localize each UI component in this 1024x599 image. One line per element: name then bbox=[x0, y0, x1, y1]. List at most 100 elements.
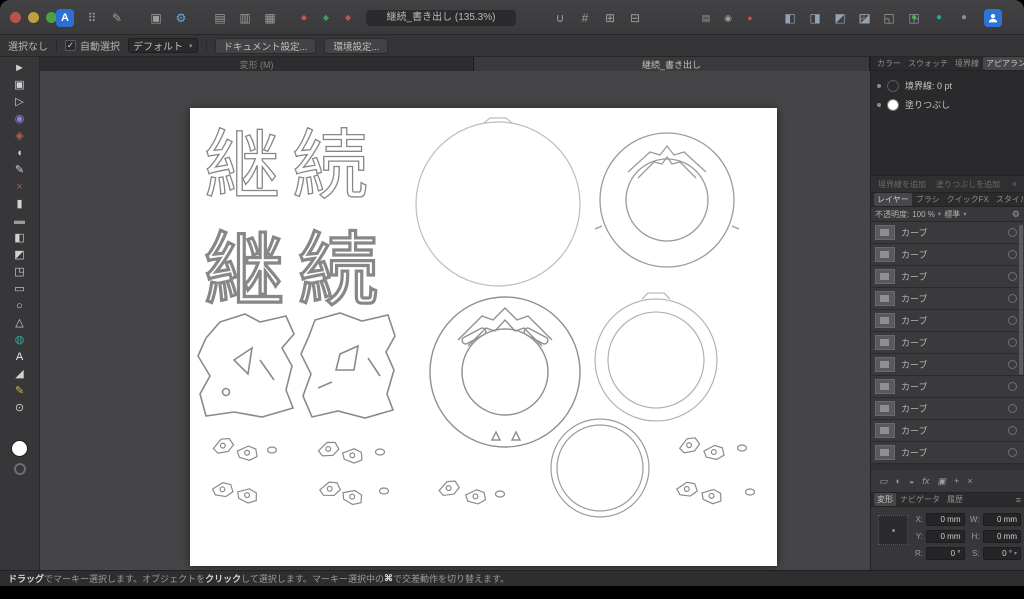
move-tool[interactable]: ► bbox=[7, 60, 33, 76]
color-sync-icon[interactable]: ● bbox=[906, 9, 922, 27]
layer-row[interactable]: カーブ bbox=[871, 222, 1024, 244]
notification-badge[interactable]: ● bbox=[742, 9, 758, 27]
layer-row[interactable]: カーブ bbox=[871, 376, 1024, 398]
pen-tool[interactable]: ✎ bbox=[7, 162, 33, 178]
tab-color[interactable]: カラー bbox=[874, 57, 904, 70]
point-eraser-tool[interactable]: × bbox=[7, 179, 33, 195]
ellipse-tool[interactable]: ○ bbox=[7, 298, 33, 314]
fill-gradient-tool[interactable]: ◧ bbox=[7, 230, 33, 246]
fill-layer-icon[interactable]: ◒ bbox=[909, 476, 914, 486]
layer-settings-gear-icon[interactable]: ⚙ bbox=[1012, 209, 1020, 220]
fx-icon[interactable]: fx bbox=[922, 476, 929, 486]
zoom-tool[interactable]: ⊙ bbox=[7, 400, 33, 416]
layer-row[interactable]: カーブ bbox=[871, 244, 1024, 266]
rectangle-tool[interactable]: ▭ bbox=[7, 281, 33, 297]
align-right-icon[interactable]: ◨ bbox=[807, 9, 823, 27]
layer-row[interactable]: カーブ bbox=[871, 442, 1024, 464]
snapping-magnet-icon[interactable]: ∪ bbox=[552, 9, 568, 27]
layer-visibility-toggle[interactable] bbox=[1008, 228, 1017, 237]
align-left-icon[interactable]: ◧ bbox=[782, 9, 798, 27]
order-back-icon[interactable]: ◱ bbox=[881, 9, 897, 27]
tab-swatches[interactable]: スウォッチ bbox=[905, 57, 951, 70]
fill-color-well[interactable] bbox=[11, 440, 28, 457]
paint-brush-tool[interactable]: ▬ bbox=[7, 213, 33, 229]
tab-quickfx[interactable]: クイックFX bbox=[944, 193, 992, 206]
minimize-button[interactable] bbox=[28, 12, 39, 23]
layer-visibility-toggle[interactable] bbox=[1008, 448, 1017, 457]
corner-tool[interactable]: ◖ bbox=[7, 145, 33, 161]
tab-navigator[interactable]: ナビゲータ bbox=[897, 493, 943, 506]
layer-visibility-toggle[interactable] bbox=[1008, 338, 1017, 347]
snap-rows-icon[interactable]: ▥ bbox=[237, 9, 253, 27]
layer-visibility-toggle[interactable] bbox=[1008, 272, 1017, 281]
fill-swatch[interactable] bbox=[887, 98, 899, 111]
zoom-in-icon[interactable]: ⊞ bbox=[602, 9, 618, 27]
contour-tool[interactable]: ◈ bbox=[7, 128, 33, 144]
pencil-tool[interactable]: ✎ bbox=[7, 383, 33, 399]
account-sync-icon[interactable]: ◉ bbox=[720, 9, 736, 27]
account-button[interactable] bbox=[984, 9, 1002, 27]
gear-icon[interactable]: ⚙ bbox=[173, 9, 189, 27]
snap-grid-icon[interactable]: ▤ bbox=[212, 9, 228, 27]
triangle-tool[interactable]: △ bbox=[7, 315, 33, 331]
add-layer-icon[interactable]: + bbox=[954, 476, 959, 486]
add-fill-button[interactable]: 塗りつぶしを追加 bbox=[936, 179, 1000, 190]
donut-tool[interactable]: ◍ bbox=[7, 332, 33, 348]
layer-row[interactable]: カーブ bbox=[871, 420, 1024, 442]
preferences-button[interactable]: 環境設定... bbox=[324, 37, 389, 54]
point-transform-tool[interactable]: ◉ bbox=[7, 111, 33, 127]
layer-row[interactable]: カーブ bbox=[871, 310, 1024, 332]
layer-visibility-toggle[interactable] bbox=[1008, 426, 1017, 435]
layer-visibility-toggle[interactable] bbox=[1008, 294, 1017, 303]
insert-inside-icon[interactable]: ◆ bbox=[340, 9, 356, 27]
blend-mode-dropdown[interactable]: 標準 bbox=[944, 209, 960, 220]
insert-top-icon[interactable]: ◆ bbox=[318, 9, 334, 27]
pixel-grid-icon[interactable]: # bbox=[577, 9, 593, 27]
preset-dropdown[interactable]: デフォルト ▾ bbox=[128, 38, 198, 53]
pen-nib-icon[interactable]: ✎ bbox=[109, 9, 125, 27]
snap-cells-icon[interactable]: ▦ bbox=[262, 9, 278, 27]
fill-row[interactable]: 塗りつぶし bbox=[877, 95, 1018, 114]
layers-scrollbar[interactable] bbox=[1019, 225, 1023, 375]
transform-x-input[interactable]: 0 mm ▾ bbox=[926, 513, 965, 526]
artboard[interactable]: 継続 継続 bbox=[190, 108, 777, 566]
tab-transform[interactable]: 変形 bbox=[874, 493, 896, 506]
document-setup-button[interactable]: ドキュメント設定... bbox=[214, 37, 317, 54]
vector-crop-tool[interactable]: ◳ bbox=[7, 264, 33, 280]
layer-row[interactable]: カーブ bbox=[871, 398, 1024, 420]
grid-icon[interactable]: ⠿ bbox=[84, 9, 100, 27]
adjustment-layer-icon[interactable]: ◐ bbox=[896, 476, 901, 486]
stroke-swatch[interactable] bbox=[887, 79, 899, 92]
stroke-row[interactable]: 境界線: 0 pt bbox=[877, 76, 1018, 95]
artboard-tool[interactable]: ▣ bbox=[7, 77, 33, 93]
transform-h-input[interactable]: 0 mm ▾ bbox=[982, 530, 1021, 543]
doc-tab-active[interactable]: 継続_書き出し bbox=[474, 57, 870, 71]
mask-layer-icon[interactable]: ▭ bbox=[879, 476, 888, 487]
color-profile-icon[interactable]: ● bbox=[931, 9, 947, 27]
zoom-out-icon[interactable]: ⊟ bbox=[627, 9, 643, 27]
tab-history[interactable]: 履歴 bbox=[944, 493, 966, 506]
transparency-tool[interactable]: ◩ bbox=[7, 247, 33, 263]
layer-row[interactable]: カーブ bbox=[871, 266, 1024, 288]
stroke-color-well[interactable] bbox=[14, 463, 26, 475]
layer-row[interactable]: カーブ bbox=[871, 354, 1024, 376]
layer-visibility-toggle[interactable] bbox=[1008, 360, 1017, 369]
panel-menu-icon[interactable]: ≡ bbox=[1016, 495, 1021, 505]
tab-layers[interactable]: レイヤー bbox=[874, 193, 912, 206]
color-picker-tool[interactable]: ◢ bbox=[7, 366, 33, 382]
tab-appearance[interactable]: アピアランス bbox=[983, 57, 1024, 70]
group-layers-icon[interactable]: ▣ bbox=[937, 476, 946, 487]
text-tool[interactable]: A bbox=[7, 349, 33, 365]
transform-s-input[interactable]: 0 ° ▾ bbox=[982, 547, 1021, 560]
transform-r-input[interactable]: 0 ° ▾ bbox=[926, 547, 965, 560]
layer-visibility-toggle[interactable] bbox=[1008, 316, 1017, 325]
insert-behind-icon[interactable]: ◆ bbox=[296, 9, 312, 27]
align-top-icon[interactable]: ◩ bbox=[832, 9, 848, 27]
order-front-icon[interactable]: ◰ bbox=[856, 9, 872, 27]
delete-layer-icon[interactable]: × bbox=[967, 476, 972, 486]
add-stroke-button[interactable]: 境界線を追加 bbox=[878, 179, 926, 190]
canvas[interactable]: 継続 継続 bbox=[40, 71, 870, 570]
node-tool[interactable]: ▷ bbox=[7, 94, 33, 110]
layer-visibility-toggle[interactable] bbox=[1008, 404, 1017, 413]
trash-icon[interactable]: × bbox=[1012, 179, 1017, 189]
